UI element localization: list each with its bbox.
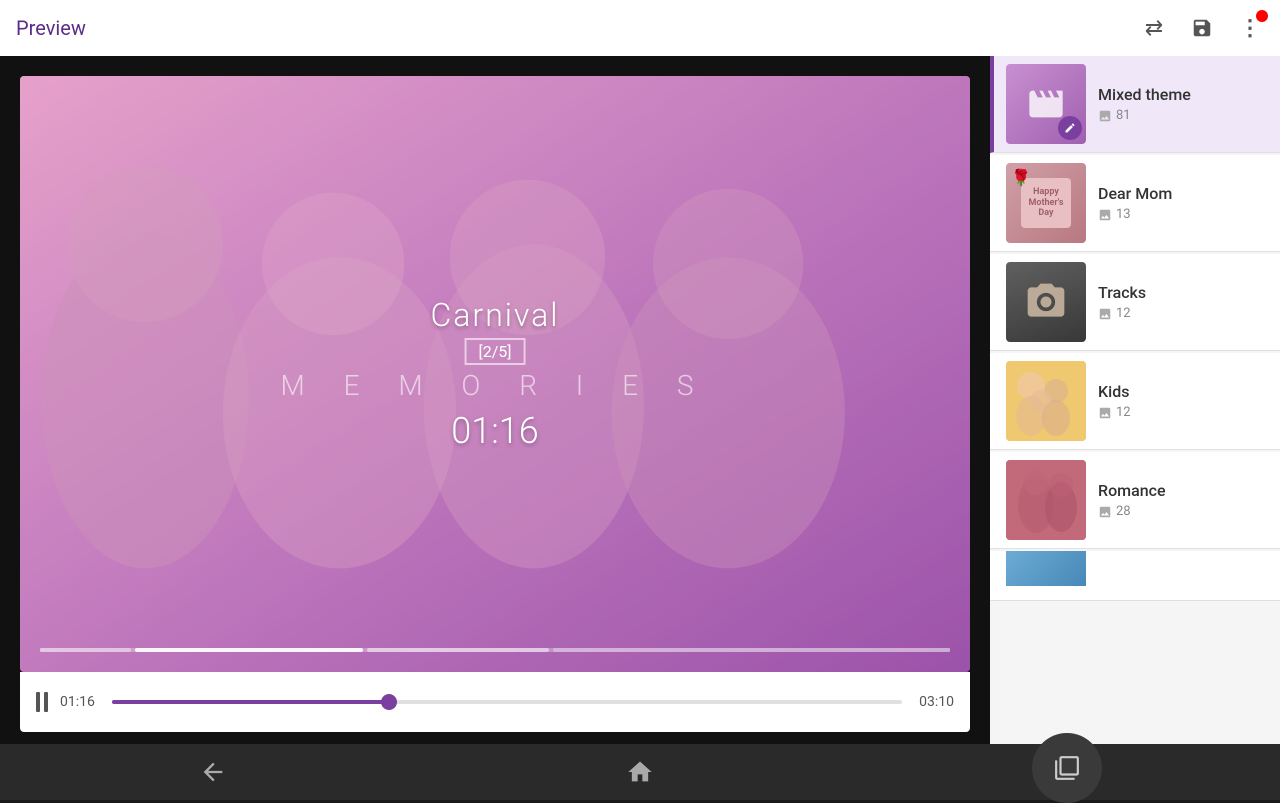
mixed-theme-thumb-bg [1006, 64, 1086, 144]
playback-controls: 01:16 03:10 [20, 672, 970, 732]
kids-count-number: 12 [1116, 405, 1131, 420]
edit-badge [1058, 116, 1082, 140]
last-thumb-bg [1006, 551, 1086, 586]
notification-badge [1256, 10, 1268, 22]
more-button[interactable]: ⋮ [1236, 14, 1264, 42]
list-item[interactable]: Romance 28 [990, 452, 1280, 549]
video-time-display: 01:16 [281, 410, 710, 452]
mixed-theme-count: 81 [1098, 108, 1264, 123]
toolbar-icons: ⇄ ⋮ [1140, 14, 1264, 42]
recents-icon [1054, 755, 1080, 781]
mixed-count-number: 81 [1116, 108, 1131, 123]
mixed-theme-thumbnail [1006, 64, 1086, 144]
save-icon [1191, 17, 1213, 39]
segment-1 [40, 648, 131, 652]
image-count-icon [1098, 406, 1112, 420]
edit-icon [1064, 122, 1076, 134]
video-counter: [2/5] [464, 338, 525, 365]
segment-2 [135, 648, 363, 652]
segment-3 [367, 648, 549, 652]
romance-thumbnail [1006, 460, 1086, 540]
dear-mom-info: Dear Mom 13 [1086, 184, 1264, 222]
progress-thumb[interactable] [381, 694, 397, 710]
list-item[interactable]: HappyMother'sDay 🌹 Dear Mom 13 [990, 155, 1280, 252]
tracks-thumb-bg [1006, 262, 1086, 342]
image-count-icon [1098, 307, 1112, 321]
right-panel: Mixed theme 81 HappyMother'sDay 🌹 [990, 56, 1280, 744]
home-button[interactable] [610, 744, 670, 800]
pause-bar-2 [44, 692, 48, 712]
back-button[interactable] [183, 744, 243, 800]
pause-button[interactable] [36, 692, 48, 712]
progress-fill [112, 700, 389, 704]
video-memories-text: M E M O R I E S [281, 369, 710, 402]
list-item[interactable]: Kids 12 [990, 353, 1280, 450]
dear-mom-count-number: 13 [1116, 207, 1131, 222]
kids-thumbnail [1006, 361, 1086, 441]
romance-count-number: 28 [1116, 504, 1131, 519]
back-icon [199, 758, 227, 786]
video-text-overlay: Carnival [2/5] M E M O R I E S 01:16 [281, 296, 710, 452]
tracks-info: Tracks 12 [1086, 283, 1264, 321]
image-count-icon [1098, 109, 1112, 123]
list-item[interactable]: Tracks 12 [990, 254, 1280, 351]
current-time: 01:16 [60, 694, 100, 710]
tracks-name: Tracks [1098, 283, 1264, 302]
romance-bg-svg [1006, 460, 1086, 540]
shuffle-icon: ⇄ [1145, 16, 1163, 41]
dear-mom-thumb-bg: HappyMother'sDay 🌹 [1006, 163, 1086, 243]
dear-mom-name: Dear Mom [1098, 184, 1264, 203]
tracks-count-number: 12 [1116, 306, 1131, 321]
top-bar: Preview ⇄ ⋮ [0, 0, 1280, 56]
left-panel: Carnival [2/5] M E M O R I E S 01:16 [0, 56, 990, 744]
video-area: Carnival [2/5] M E M O R I E S 01:16 [20, 76, 970, 672]
kids-name: Kids [1098, 382, 1264, 401]
romance-thumb-bg [1006, 460, 1086, 540]
rose-icon: 🌹 [1011, 168, 1031, 187]
video-title: Carnival [281, 296, 710, 334]
mixed-theme-name: Mixed theme [1098, 85, 1264, 104]
save-button[interactable] [1188, 14, 1216, 42]
tracks-thumbnail [1006, 262, 1086, 342]
film-icon [1026, 84, 1066, 124]
back-nav-area [0, 744, 427, 800]
main-content: Carnival [2/5] M E M O R I E S 01:16 [0, 56, 1280, 744]
home-icon [626, 758, 654, 786]
shuffle-button[interactable]: ⇄ [1140, 14, 1168, 42]
home-nav-area [427, 744, 854, 800]
mixed-theme-info: Mixed theme 81 [1086, 85, 1264, 123]
tracks-count: 12 [1098, 306, 1264, 321]
image-count-icon [1098, 505, 1112, 519]
recents-nav-area [853, 741, 1280, 803]
image-count-icon [1098, 208, 1112, 222]
segment-4 [553, 648, 951, 652]
bottom-navigation [0, 744, 1280, 800]
last-thumbnail [1006, 551, 1086, 601]
list-item[interactable]: Mixed theme 81 [990, 56, 1280, 153]
dear-mom-thumbnail: HappyMother'sDay 🌹 [1006, 163, 1086, 243]
video-background: Carnival [2/5] M E M O R I E S 01:16 [20, 76, 970, 672]
progress-slider[interactable] [112, 700, 902, 704]
pause-bar-1 [36, 692, 40, 712]
camera-icon [1024, 280, 1068, 324]
app-title: Preview [16, 16, 1140, 40]
list-item[interactable] [990, 551, 1280, 601]
mom-card-visual: HappyMother'sDay 🌹 [1017, 174, 1075, 232]
video-progress-segments [40, 648, 950, 652]
kids-bg-svg [1006, 361, 1086, 441]
romance-name: Romance [1098, 481, 1264, 500]
kids-info: Kids 12 [1086, 382, 1264, 420]
kids-thumb-bg [1006, 361, 1086, 441]
recents-button[interactable] [1032, 733, 1102, 803]
total-time: 03:10 [914, 694, 954, 710]
kids-count: 12 [1098, 405, 1264, 420]
dear-mom-count: 13 [1098, 207, 1264, 222]
romance-info: Romance 28 [1086, 481, 1264, 519]
romance-count: 28 [1098, 504, 1264, 519]
